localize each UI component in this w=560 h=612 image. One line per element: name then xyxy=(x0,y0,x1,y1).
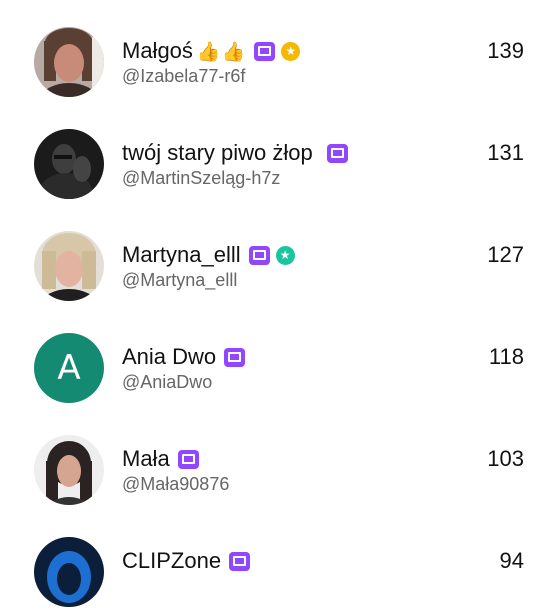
user-name[interactable]: Mała xyxy=(122,446,170,472)
name-line: CLIPZone xyxy=(122,547,251,575)
user-handle[interactable]: @MartinSzeląg-h7z xyxy=(122,168,280,189)
user-handle[interactable]: @Mała90876 xyxy=(122,474,229,495)
score: 127 xyxy=(487,242,524,267)
avatar-letter: A xyxy=(57,348,81,388)
sub-badge-icon xyxy=(248,245,270,265)
sub-badge-icon xyxy=(229,551,251,571)
user-name[interactable]: Ania Dwo xyxy=(122,344,216,370)
sub-badge-icon xyxy=(224,347,246,367)
user-name[interactable]: twój stary piwo żłop xyxy=(122,140,313,166)
score: 139 xyxy=(487,38,524,63)
score: 131 xyxy=(487,140,524,165)
name-line: Małgoś 👍👍 ★ xyxy=(122,37,301,65)
score: 118 xyxy=(488,344,524,369)
list-item[interactable]: CLIPZone 94 xyxy=(0,510,560,612)
sub-badge-icon xyxy=(177,449,199,469)
sub-badge-icon xyxy=(326,143,348,163)
list-item[interactable]: twój stary piwo żłop @MartinSzeląg-h7z 1… xyxy=(0,102,560,204)
score: 103 xyxy=(487,446,524,471)
sub-badge-icon xyxy=(254,41,276,61)
avatar[interactable] xyxy=(34,27,104,97)
score: 94 xyxy=(499,548,524,573)
user-handle[interactable]: @Martyna_elll xyxy=(122,270,237,291)
list-item[interactable]: A Ania Dwo @AniaDwo 118 xyxy=(0,306,560,408)
avatar[interactable] xyxy=(34,537,104,607)
gold-star-badge-icon: ★ xyxy=(281,41,301,61)
avatar[interactable]: A xyxy=(34,333,104,403)
list-item[interactable]: Mała @Mała90876 103 xyxy=(0,408,560,510)
name-line: Ania Dwo xyxy=(122,343,246,371)
list-item[interactable]: Małgoś 👍👍 ★ @Izabela77-r6f 139 xyxy=(0,0,560,102)
avatar[interactable] xyxy=(34,435,104,505)
thumbs-up-icon: 👍👍 xyxy=(196,40,247,63)
name-line: Martyna_elll ★ xyxy=(122,241,295,269)
leaderboard-list: Małgoś 👍👍 ★ @Izabela77-r6f 139 twój star… xyxy=(0,0,560,607)
avatar[interactable] xyxy=(34,231,104,301)
list-item[interactable]: Martyna_elll ★ @Martyna_elll 127 xyxy=(0,204,560,306)
user-name[interactable]: Martyna_elll xyxy=(122,242,241,268)
name-line: twój stary piwo żłop xyxy=(122,139,348,167)
user-name[interactable]: Małgoś xyxy=(122,38,193,64)
avatar[interactable] xyxy=(34,129,104,199)
user-handle[interactable]: @AniaDwo xyxy=(122,372,212,393)
teal-star-badge-icon: ★ xyxy=(275,245,295,265)
user-name[interactable]: CLIPZone xyxy=(122,548,221,574)
name-line: Mała xyxy=(122,445,199,473)
user-handle[interactable]: @Izabela77-r6f xyxy=(122,66,245,87)
